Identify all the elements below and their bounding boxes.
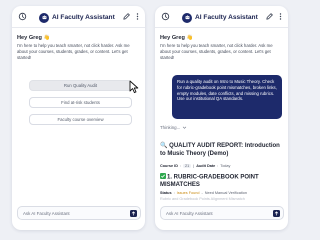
message-input-placeholder: Ask AI Faculty Assistant xyxy=(23,211,70,216)
status-value: Issues Found xyxy=(176,191,200,195)
status-label: Status xyxy=(160,191,172,195)
intro-text: I'm here to help you teach smarter, not … xyxy=(160,43,273,60)
status-note: Need Manual Verification xyxy=(204,191,247,195)
assistant-title: AI Faculty Assistant xyxy=(52,14,115,21)
edit-icon[interactable] xyxy=(265,12,274,21)
send-icon xyxy=(131,211,136,216)
course-id-value: 21 xyxy=(183,163,192,168)
suggestion-run-quality-audit[interactable]: Run Quality Audit xyxy=(29,80,132,91)
report-meta: Course ID: 21 | Audit Date: Today xyxy=(160,163,231,168)
message-input[interactable]: Ask AI Faculty Assistant xyxy=(17,206,141,220)
history-icon[interactable] xyxy=(161,12,170,21)
send-button[interactable] xyxy=(273,210,280,217)
greeting-text: Hey Greg xyxy=(17,35,42,41)
panel-header: AI Faculty Assistant xyxy=(155,6,288,28)
chat-panel-left: AI Faculty Assistant Hey Greg 👋 I'm here… xyxy=(12,6,145,230)
send-icon xyxy=(274,211,279,216)
audit-date-value: Today xyxy=(220,163,231,168)
section-title-text: 1. RUBRIC-GRADEBOOK POINT MISMATCHES xyxy=(160,174,259,189)
suggestion-faculty-course-overview[interactable]: Faculty course overview xyxy=(29,114,132,125)
bot-icon xyxy=(39,12,49,23)
thinking-label: Thinking... xyxy=(160,125,181,130)
status-line: Status: Issues Found - Need Manual Verif… xyxy=(160,191,247,195)
message-input-placeholder: Ask AI Faculty Assistant xyxy=(166,211,213,216)
history-icon[interactable] xyxy=(18,12,27,21)
intro-text: I'm here to help you teach smarter, not … xyxy=(17,43,130,60)
chat-panel-right: AI Faculty Assistant Hey Greg 👋 I'm here… xyxy=(155,6,288,230)
greeting: Hey Greg 👋 xyxy=(160,35,193,41)
audit-date-label: Audit Date xyxy=(196,163,216,168)
bot-icon xyxy=(182,12,192,23)
report-title: 🔍 QUALITY AUDIT REPORT: Introduction to … xyxy=(160,143,284,158)
thinking-indicator[interactable]: Thinking... xyxy=(160,125,187,130)
pointer-cursor-icon xyxy=(129,80,141,94)
message-input[interactable]: Ask AI Faculty Assistant xyxy=(160,206,284,220)
wave-emoji: 👋 xyxy=(186,35,193,41)
section-title: 1. RUBRIC-GRADEBOOK POINT MISMATCHES xyxy=(160,173,284,190)
course-id-label: Course ID xyxy=(160,163,178,168)
more-icon[interactable] xyxy=(133,12,142,21)
greeting-text: Hey Greg xyxy=(160,35,185,41)
panel-title: AI Faculty Assistant xyxy=(182,12,258,23)
user-message-bubble: Run a quality audit on Intro to Music Th… xyxy=(172,75,282,119)
greeting: Hey Greg 👋 xyxy=(17,35,50,41)
send-button[interactable] xyxy=(130,210,137,217)
magnifier-emoji: 🔍 xyxy=(160,143,168,149)
edit-icon[interactable] xyxy=(122,12,131,21)
panel-header: AI Faculty Assistant xyxy=(12,6,145,28)
assistant-title: AI Faculty Assistant xyxy=(195,14,258,21)
report-title-text: QUALITY AUDIT REPORT: Introduction to Mu… xyxy=(160,143,280,157)
wave-emoji: 👋 xyxy=(43,35,50,41)
panel-title: AI Faculty Assistant xyxy=(39,12,115,23)
suggestion-find-at-risk-students[interactable]: Find at-risk students xyxy=(29,97,132,108)
more-icon[interactable] xyxy=(276,12,285,21)
chevron-down-icon xyxy=(183,126,187,129)
check-icon xyxy=(160,173,166,179)
streaming-text: Rubric and Gradebook Points Alignment Mi… xyxy=(160,197,245,201)
